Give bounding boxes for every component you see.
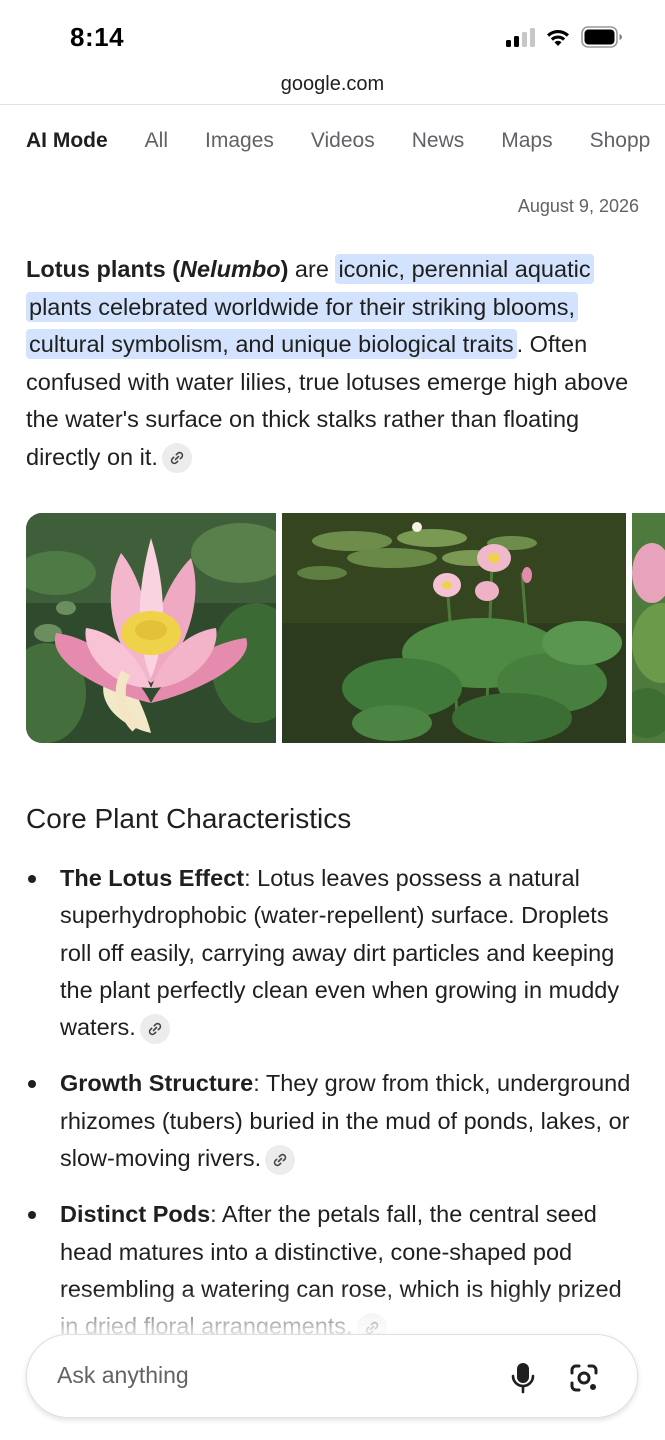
wifi-icon bbox=[547, 29, 569, 46]
source-link-button[interactable] bbox=[161, 443, 192, 474]
link-icon bbox=[170, 452, 184, 465]
list-item-lotus-effect: The Lotus Effect: Lotus leaves possess a… bbox=[26, 860, 646, 1046]
section-title: Core Plant Characteristics bbox=[26, 803, 352, 834]
ask-input-placeholder[interactable]: Ask anything bbox=[57, 1362, 189, 1389]
tab-all[interactable]: All bbox=[145, 124, 168, 160]
lotus-pond-image[interactable] bbox=[282, 513, 626, 743]
bullet-term: Growth Structure bbox=[60, 1070, 254, 1097]
source-link-button[interactable] bbox=[265, 1144, 296, 1175]
tab-images[interactable]: Images bbox=[205, 124, 274, 160]
source-link-button[interactable] bbox=[139, 1013, 170, 1044]
tab-news[interactable]: News bbox=[412, 124, 465, 160]
characteristics-list: The Lotus Effect: Lotus leaves possess a… bbox=[26, 860, 646, 1365]
cellular-signal-icon bbox=[506, 27, 535, 47]
genus-name: Nelumbo bbox=[180, 256, 281, 282]
image-carousel[interactable] bbox=[26, 513, 665, 743]
intro-term: Lotus plants (Nelumbo) bbox=[26, 256, 289, 282]
bullet-term: Distinct Pods bbox=[60, 1201, 211, 1228]
tab-ai-mode[interactable]: AI Mode bbox=[26, 124, 108, 160]
ask-input-bar[interactable]: Ask anything bbox=[26, 1334, 638, 1418]
status-bar: 8:14 bbox=[0, 0, 665, 70]
url-divider bbox=[0, 104, 665, 105]
response-date: August 9, 2026 bbox=[517, 196, 639, 216]
battery-icon bbox=[581, 26, 622, 48]
url-bar[interactable]: google.com bbox=[0, 70, 665, 106]
lotus-flower-image[interactable] bbox=[26, 513, 276, 743]
tab-maps[interactable]: Maps bbox=[501, 124, 552, 160]
camera-lens-icon[interactable] bbox=[569, 1363, 599, 1393]
lotus-image-partial[interactable] bbox=[632, 513, 665, 743]
tab-shopping[interactable]: Shopp bbox=[590, 124, 651, 160]
link-icon bbox=[148, 1022, 161, 1036]
status-icons bbox=[506, 26, 623, 48]
tab-videos[interactable]: Videos bbox=[311, 124, 375, 160]
bullet-term: The Lotus Effect bbox=[60, 865, 245, 891]
microphone-icon[interactable] bbox=[511, 1362, 535, 1394]
list-item-growth-structure: Growth Structure: They grow from thick, … bbox=[26, 1065, 646, 1177]
search-tabs: AI Mode All Images Videos News Maps Shop… bbox=[26, 124, 665, 160]
intro-paragraph: Lotus plants (Nelumbo) are iconic, peren… bbox=[26, 251, 646, 476]
status-time: 8:14 bbox=[70, 22, 125, 52]
link-icon bbox=[273, 1153, 287, 1167]
